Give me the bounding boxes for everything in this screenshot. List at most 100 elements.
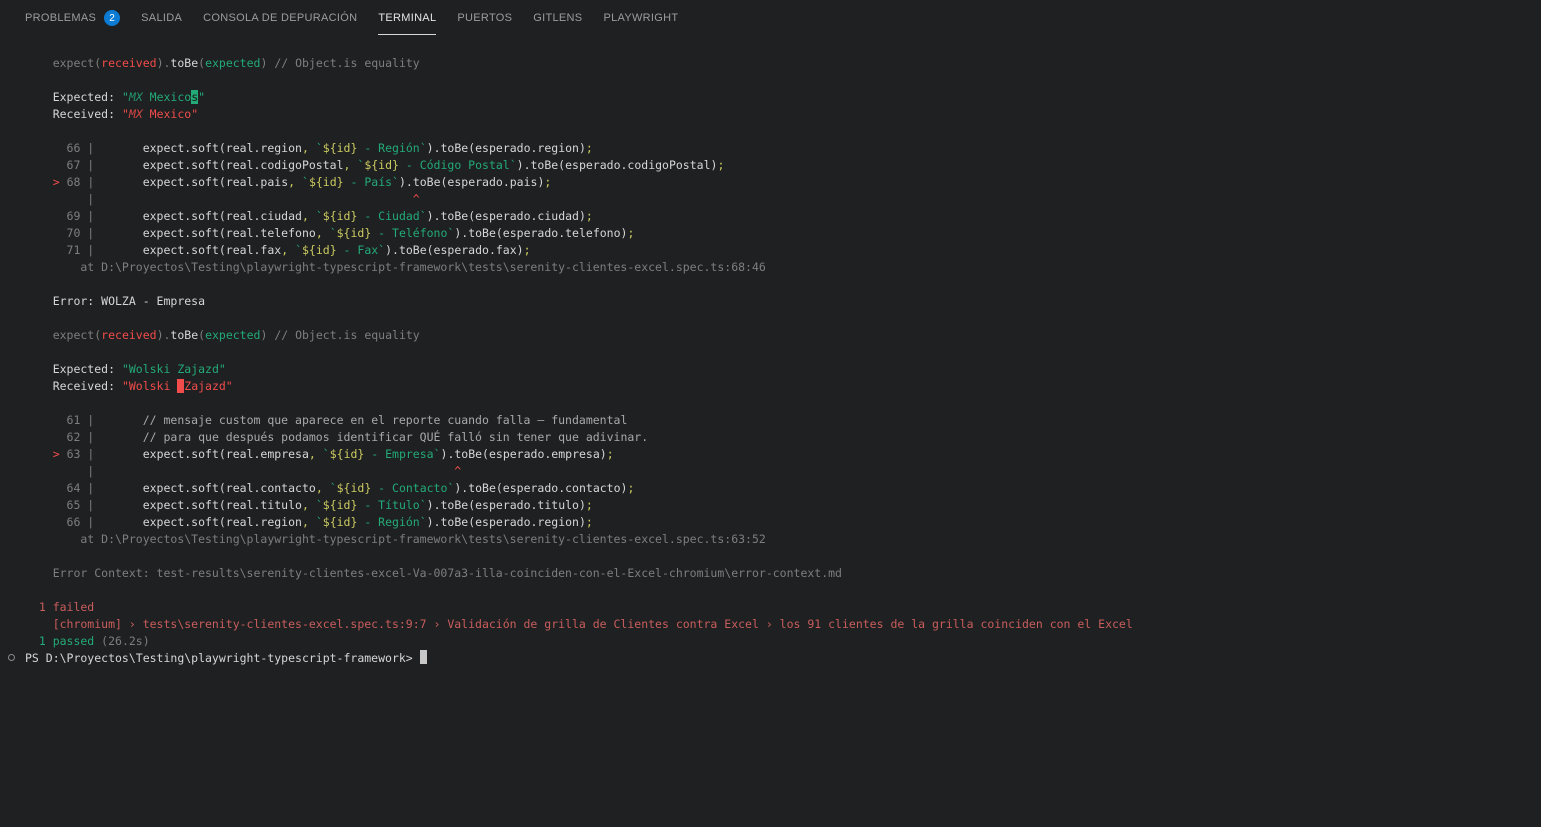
text-segment: expect.soft(real.telefono <box>94 226 316 240</box>
text-segment: // mensaje custom que aparece en el repo… <box>94 413 627 427</box>
terminal-line: 67 | expect.soft(real.codigoPostal, `${i… <box>25 157 1541 174</box>
tab-playwright[interactable]: PLAYWRIGHT <box>603 2 678 35</box>
terminal-line: 62 | // para que después podamos identif… <box>25 429 1541 446</box>
text-segment: 63 | <box>60 447 95 461</box>
text-segment: ` <box>316 498 323 512</box>
terminal-line: 70 | expect.soft(real.telefono, `${id} -… <box>25 225 1541 242</box>
terminal-line: | ^ <box>25 191 1541 208</box>
text-segment: 65 | <box>25 498 94 512</box>
text-segment <box>25 175 53 189</box>
text-segment: Expected: <box>25 362 122 376</box>
text-segment: // Object.is equality <box>267 328 419 342</box>
text-segment: at D:\Proyectos\Testing\playwright-types… <box>25 260 766 274</box>
tab-label: TERMINAL <box>378 12 436 24</box>
text-segment: expect( <box>25 56 101 70</box>
terminal-line: | ^ <box>25 463 1541 480</box>
text-segment: > <box>53 447 60 461</box>
tab-terminal[interactable]: TERMINAL <box>378 2 436 35</box>
tab-label: SALIDA <box>141 12 182 24</box>
text-segment <box>25 447 53 461</box>
terminal-line: [chromium] › tests\serenity-clientes-exc… <box>25 616 1541 633</box>
text-segment: > <box>53 175 60 189</box>
text-segment: received <box>101 328 156 342</box>
text-segment: 62 | <box>25 430 94 444</box>
text-segment: expected <box>205 56 260 70</box>
text-segment <box>94 464 454 478</box>
text-segment: expected <box>205 328 260 342</box>
text-segment: expect.soft(real.contacto <box>94 481 316 495</box>
tab-consola-de-depuracion[interactable]: CONSOLA DE DEPURACIÓN <box>203 2 357 35</box>
tab-gitlens[interactable]: GITLENS <box>533 2 582 35</box>
text-segment <box>309 209 316 223</box>
text-segment: (26.2s) <box>94 634 149 648</box>
text-segment: , <box>316 481 323 495</box>
text-segment: 64 | <box>25 481 94 495</box>
text-segment: ; <box>627 226 634 240</box>
text-segment: 61 | <box>25 413 94 427</box>
text-segment: "Wolski <box>122 379 177 393</box>
text-segment: ; <box>586 498 593 512</box>
text-segment: ` <box>330 481 337 495</box>
text-segment: Received: <box>25 379 122 393</box>
text-segment: ` <box>330 226 337 240</box>
text-segment: Mexico <box>143 90 191 104</box>
terminal-line: > 68 | expect.soft(real.pais, `${id} - P… <box>25 174 1541 191</box>
text-segment: 66 | <box>25 515 94 529</box>
text-segment: ).toBe(esperado.region) <box>427 515 586 529</box>
text-segment: - Título` <box>357 498 426 512</box>
text-segment <box>323 481 330 495</box>
text-segment: | <box>25 464 94 478</box>
terminal-line: Expected: "MX Mexicos" <box>25 89 1541 106</box>
terminal-cursor <box>420 650 427 664</box>
tab-problemas[interactable]: PROBLEMAS2 <box>25 2 120 35</box>
text-segment: - Contacto` <box>371 481 454 495</box>
terminal-line: expect(received).toBe(expected) // Objec… <box>25 55 1541 72</box>
text-segment: ).toBe(esperado.titulo) <box>427 498 586 512</box>
text-segment: 67 | <box>25 158 94 172</box>
text-segment: ). <box>157 56 171 70</box>
tab-salida[interactable]: SALIDA <box>141 2 182 35</box>
terminal-line: Error Context: test-results\serenity-cli… <box>25 565 1541 582</box>
text-segment: expect.soft(real.fax <box>94 243 281 257</box>
text-segment <box>309 498 316 512</box>
text-segment: ^ <box>454 464 461 478</box>
text-segment: Mexico" <box>143 107 198 121</box>
terminal-line: at D:\Proyectos\Testing\playwright-types… <box>25 531 1541 548</box>
terminal-line: expect(received).toBe(expected) // Objec… <box>25 327 1541 344</box>
text-segment: - País` <box>344 175 399 189</box>
text-segment: ; <box>586 209 593 223</box>
text-segment: , <box>302 498 309 512</box>
text-segment: MX <box>129 107 143 121</box>
vscode-panel: { "colors":{ "bg":"#1f2021", "fg":"#d6d6… <box>0 0 1541 827</box>
text-segment: , <box>302 209 309 223</box>
terminal-prompt-line: PS D:\Proyectos\Testing\playwright-types… <box>25 650 1541 667</box>
text-segment <box>94 192 413 206</box>
text-segment: expect.soft(real.titulo <box>94 498 302 512</box>
text-segment: - Ciudad` <box>357 209 426 223</box>
text-segment: , <box>316 226 323 240</box>
terminal-line: 61 | // mensaje custom que aparece en el… <box>25 412 1541 429</box>
text-segment: PS D:\Proyectos\Testing\playwright-types… <box>25 651 420 665</box>
terminal-line: Received: "Wolski Zajazd" <box>25 378 1541 395</box>
text-segment: ; <box>607 447 614 461</box>
terminal-line: 1 passed (26.2s) <box>25 633 1541 650</box>
text-segment: ${id} <box>323 515 358 529</box>
terminal-line <box>25 582 1541 599</box>
text-segment <box>309 141 316 155</box>
text-segment: , <box>309 447 316 461</box>
panel-tabs: PROBLEMAS2 SALIDA CONSOLA DE DEPURACIÓN TER… <box>0 0 1541 35</box>
text-segment: - Región` <box>357 515 426 529</box>
text-segment: toBe <box>170 56 198 70</box>
text-segment: - Región` <box>357 141 426 155</box>
text-segment: toBe <box>170 328 198 342</box>
text-segment: MX <box>129 90 143 104</box>
terminal-line: 71 | expect.soft(real.fax, `${id} - Fax`… <box>25 242 1541 259</box>
terminal-output[interactable]: expect(received).toBe(expected) // Objec… <box>0 35 1541 667</box>
text-segment: ` <box>316 141 323 155</box>
tab-label: GITLENS <box>533 12 582 24</box>
tab-label: PROBLEMAS <box>25 12 96 24</box>
text-segment <box>295 175 302 189</box>
text-segment: expect.soft(real.ciudad <box>94 209 302 223</box>
text-segment: ).toBe(esperado.region) <box>427 141 586 155</box>
tab-puertos[interactable]: PUERTOS <box>457 2 512 35</box>
